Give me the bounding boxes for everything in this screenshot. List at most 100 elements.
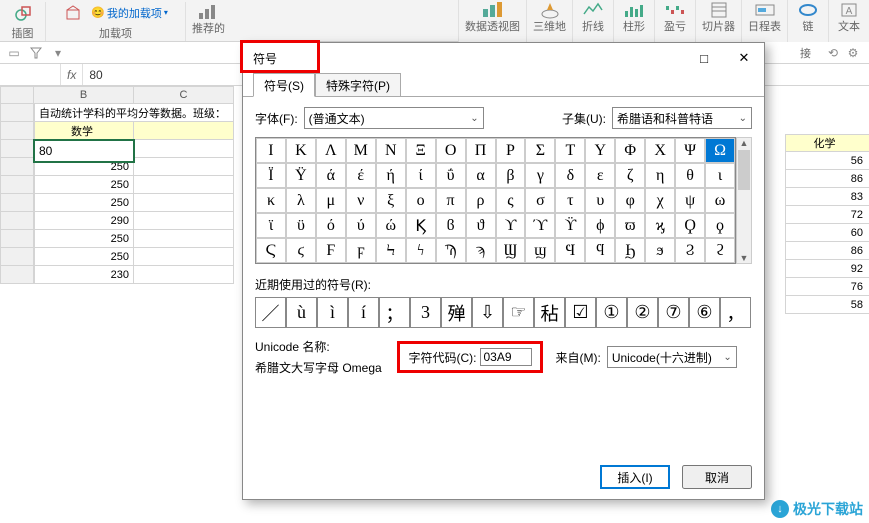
char-cell[interactable]: ϛ [286,238,316,263]
char-cell[interactable]: Ϊ [256,163,286,188]
char-cell[interactable]: ϗ [645,213,675,238]
char-cell[interactable]: ή [376,163,406,188]
char-cell[interactable]: Ϟ [376,238,406,263]
cell[interactable]: 86 [785,170,869,188]
char-cell[interactable]: ϖ [615,213,645,238]
char-cell[interactable]: ϣ [525,238,555,263]
char-cell[interactable]: ί [406,163,436,188]
row-header[interactable] [0,104,34,122]
char-cell[interactable]: λ [286,188,316,213]
char-cell[interactable]: Ο [436,138,466,163]
char-cell[interactable]: υ [585,188,615,213]
cell[interactable]: 86 [785,242,869,260]
char-cell[interactable]: ω [705,188,735,213]
font-select[interactable]: (普通文本)⌄ [304,107,484,129]
char-cell[interactable]: φ [615,188,645,213]
maximize-button[interactable]: □ [684,43,724,73]
char-cell[interactable]: κ [256,188,286,213]
cell[interactable]: 56 [785,152,869,170]
recent-char[interactable]: ② [627,297,658,328]
select-all-corner[interactable] [0,86,34,104]
row-header[interactable] [0,140,34,158]
char-cell[interactable]: Χ [645,138,675,163]
char-cell[interactable]: ζ [615,163,645,188]
char-cell[interactable]: τ [555,188,585,213]
char-cell[interactable]: ό [316,213,346,238]
sparkline-line-button[interactable]: 折线 [572,0,613,42]
char-cell[interactable]: ύ [346,213,376,238]
char-cell[interactable]: η [645,163,675,188]
char-cell[interactable]: Ϋ [286,163,316,188]
funnel-icon[interactable] [28,45,44,61]
col-header-c[interactable]: C [134,86,234,104]
cell[interactable]: 230 [34,266,134,284]
cell[interactable]: 290 [34,212,134,230]
fx-icon[interactable]: fx [61,68,82,82]
char-cell[interactable]: δ [555,163,585,188]
cell[interactable] [134,158,234,176]
char-cell[interactable]: μ [316,188,346,213]
insert-button[interactable]: 插入(I) [600,465,670,489]
char-cell[interactable]: Σ [525,138,555,163]
char-cell[interactable]: ά [316,163,346,188]
slicer-button[interactable]: 切片器 [695,0,741,42]
char-cell[interactable]: ϡ [466,238,496,263]
charcode-input[interactable] [480,348,532,366]
recent-char[interactable]: ⑦ [658,297,689,328]
char-cell[interactable]: α [466,163,496,188]
recent-char[interactable]: 殚 [441,297,472,328]
cell[interactable]: 83 [785,188,869,206]
recent-char[interactable]: ⑥ [689,297,720,328]
char-cell[interactable]: Τ [555,138,585,163]
cell[interactable] [134,122,234,140]
cell[interactable] [134,194,234,212]
character-grid[interactable]: ΙΚΛΜΝΞΟΠΡΣΤΥΦΧΨΩΪΫάέήίΰαβγδεζηθικλμνξοπρ… [255,137,736,264]
char-cell[interactable]: ϊ [256,213,286,238]
header-text-cell[interactable]: 自动统计学科的平均分等数据。班级： [34,104,234,122]
char-cell[interactable]: ϕ [585,213,615,238]
char-cell[interactable]: Υ [585,138,615,163]
cell[interactable]: 72 [785,206,869,224]
cell[interactable]: 92 [785,260,869,278]
pivot-chart-button[interactable]: 数据透视图 [458,0,526,42]
char-cell[interactable]: ε [585,163,615,188]
row-header[interactable] [0,176,34,194]
tab-special[interactable]: 特殊字符(P) [315,73,401,97]
cancel-button[interactable]: 取消 [682,465,752,489]
cell[interactable] [134,266,234,284]
formula-value[interactable]: 80 [83,68,102,82]
char-cell[interactable]: ϙ [705,213,735,238]
sync-icon[interactable]: ⟲ [825,45,841,61]
char-cell[interactable]: ΰ [436,163,466,188]
row-header[interactable] [0,266,34,284]
char-cell[interactable]: Ϙ [675,213,705,238]
tab-symbols[interactable]: 符号(S) [253,73,315,97]
char-cell[interactable]: ξ [376,188,406,213]
char-cell[interactable]: ϔ [555,213,585,238]
char-cell[interactable]: Ι [256,138,286,163]
sparkline-winloss-button[interactable]: 盈亏 [654,0,695,42]
cell[interactable]: 250 [34,194,134,212]
from-select[interactable]: Unicode(十六进制)⌄ [607,346,737,368]
cell[interactable] [134,230,234,248]
cell[interactable]: 250 [34,176,134,194]
row-header[interactable] [0,122,34,140]
char-cell[interactable]: ο [406,188,436,213]
recent-char[interactable]: ／ [255,297,286,328]
subset-select[interactable]: 希腊语和科普特语⌄ [612,107,752,129]
char-cell[interactable]: Ϡ [436,238,466,263]
cell[interactable] [134,248,234,266]
recommended-charts-button[interactable]: 推荐的 [186,2,231,41]
char-cell[interactable]: σ [525,188,555,213]
timeline-button[interactable]: 日程表 [741,0,787,42]
char-cell[interactable]: β [496,163,526,188]
char-cell[interactable]: Ϣ [496,238,526,263]
sparkline-column-button[interactable]: 柱形 [613,0,654,42]
recent-char[interactable]: ì [317,297,348,328]
col-header-b[interactable]: B [34,86,134,104]
char-cell[interactable]: ν [346,188,376,213]
char-cell[interactable]: ϩ [705,238,735,263]
recent-char[interactable]: ù [286,297,317,328]
sort-icon[interactable]: ▾ [50,45,66,61]
recent-char[interactable]: ⇩ [472,297,503,328]
